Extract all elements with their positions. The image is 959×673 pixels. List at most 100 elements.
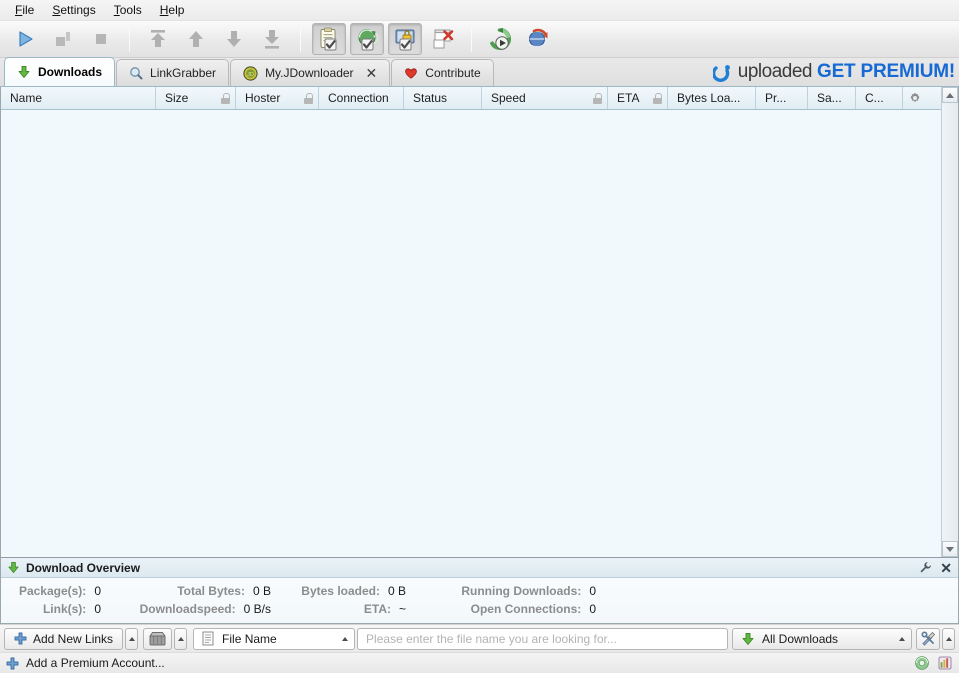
overview-row: Link(s): 0 Downloadspeed: 0 B/s ETA: ~ O… bbox=[1, 600, 958, 618]
triangle-up-icon bbox=[177, 636, 184, 641]
move-bottom-icon bbox=[261, 28, 283, 50]
tab-downloads[interactable]: Downloads bbox=[4, 57, 116, 86]
chevron-down-icon bbox=[946, 546, 954, 552]
stop-icon bbox=[91, 29, 111, 49]
load-container-button[interactable] bbox=[143, 627, 173, 650]
move-up-icon bbox=[185, 28, 207, 50]
downloads-table: Name Size Hoster Connection Status Speed bbox=[0, 87, 959, 557]
move-top-icon bbox=[147, 28, 169, 50]
stop-downloads-button[interactable] bbox=[84, 23, 118, 55]
column-header-saveto[interactable]: Sa... bbox=[808, 87, 856, 109]
toolbar-separator-3 bbox=[471, 26, 472, 52]
tab-linkgrabber[interactable]: LinkGrabber bbox=[116, 59, 230, 86]
reconnect-play-icon bbox=[488, 27, 512, 51]
search-field-label: File Name bbox=[222, 631, 277, 646]
search-input[interactable]: Please enter the file name you are looki… bbox=[357, 627, 728, 650]
tools-icon bbox=[920, 631, 936, 646]
main-toolbar bbox=[0, 21, 959, 58]
triangle-up-icon bbox=[899, 636, 905, 641]
load-container-dropdown[interactable] bbox=[174, 627, 188, 650]
status-bar: Add a Premium Account... bbox=[0, 652, 959, 673]
menu-item-settings[interactable]: Settings bbox=[43, 1, 104, 20]
stat-total-bytes: Total Bytes: 0 B bbox=[177, 584, 271, 598]
download-overview-header: Download Overview ✕ bbox=[1, 558, 958, 578]
pause-downloads-button[interactable] bbox=[46, 23, 80, 55]
uploaded-brand-label: uploaded bbox=[737, 61, 813, 82]
jd-circle-icon: JD bbox=[243, 65, 258, 81]
download-overview-stats: Package(s): 0 Total Bytes: 0 B Bytes loa… bbox=[1, 578, 958, 623]
tab-my-jdownloader[interactable]: JD My.JDownloader ✕ bbox=[230, 59, 391, 86]
column-header-name[interactable]: Name bbox=[1, 87, 156, 109]
tab-label: Contribute bbox=[425, 66, 481, 80]
move-down-button[interactable] bbox=[217, 23, 251, 55]
close-icon[interactable]: ✕ bbox=[940, 561, 952, 575]
table-header-row: Name Size Hoster Connection Status Speed bbox=[1, 87, 958, 110]
menu-item-help[interactable]: Help bbox=[151, 1, 194, 20]
move-to-bottom-button[interactable] bbox=[255, 23, 289, 55]
add-new-links-dropdown[interactable] bbox=[125, 627, 139, 650]
search-tools-button[interactable] bbox=[916, 627, 940, 650]
clipboard-observer-button[interactable] bbox=[312, 23, 346, 55]
search-field-selector[interactable]: File Name bbox=[193, 627, 356, 650]
move-up-button[interactable] bbox=[179, 23, 213, 55]
column-header-connection[interactable]: Connection bbox=[319, 87, 404, 109]
stat-open-connections: Open Connections: 0 bbox=[470, 602, 596, 616]
column-settings-button[interactable] bbox=[903, 87, 923, 109]
column-header-status[interactable]: Status bbox=[404, 87, 482, 109]
column-header-size[interactable]: Size bbox=[156, 87, 236, 109]
globe-reconnect-icon bbox=[526, 27, 550, 51]
downloads-filter-label: All Downloads bbox=[762, 631, 839, 646]
monitor-lock-check-icon bbox=[393, 27, 417, 51]
do-reconnect-button[interactable] bbox=[521, 23, 555, 55]
column-header-bytes-loaded[interactable]: Bytes Loa... bbox=[668, 87, 756, 109]
triangle-up-icon bbox=[945, 636, 952, 641]
close-icon[interactable]: ✕ bbox=[366, 66, 378, 80]
table-body[interactable] bbox=[1, 110, 958, 557]
scroll-down-button[interactable] bbox=[942, 541, 958, 557]
move-to-top-button[interactable] bbox=[141, 23, 175, 55]
downloads-filter-selector[interactable]: All Downloads bbox=[732, 627, 912, 650]
start-downloads-button[interactable] bbox=[8, 23, 42, 55]
lock-icon bbox=[652, 92, 662, 104]
add-new-links-button[interactable]: Add New Links bbox=[4, 627, 124, 650]
column-header-comment[interactable]: C... bbox=[856, 87, 903, 109]
menu-item-tools[interactable]: Tools bbox=[105, 1, 151, 20]
reconnect-status-icon[interactable] bbox=[914, 655, 930, 671]
green-down-arrow-icon bbox=[7, 561, 20, 574]
stat-running-downloads: Running Downloads: 0 bbox=[461, 584, 596, 598]
premium-toggle-button[interactable] bbox=[388, 23, 422, 55]
lock-icon bbox=[592, 92, 602, 104]
toolbar-separator-2 bbox=[300, 26, 301, 52]
column-header-hoster[interactable]: Hoster bbox=[236, 87, 319, 109]
table-vertical-scrollbar[interactable] bbox=[941, 87, 958, 557]
lock-icon bbox=[220, 92, 230, 104]
document-icon bbox=[201, 631, 215, 646]
move-down-icon bbox=[223, 28, 245, 50]
column-header-progress[interactable]: Pr... bbox=[756, 87, 808, 109]
auto-reconnect-button[interactable] bbox=[483, 23, 517, 55]
reconnect-toggle-button[interactable] bbox=[350, 23, 384, 55]
add-premium-account-link[interactable]: Add a Premium Account... bbox=[26, 656, 165, 670]
blue-plus-icon bbox=[6, 657, 19, 670]
triangle-up-icon bbox=[128, 636, 135, 641]
svg-text:JD: JD bbox=[247, 72, 254, 78]
scroll-up-button[interactable] bbox=[942, 87, 958, 103]
globe-refresh-check-icon bbox=[355, 27, 379, 51]
search-tools-dropdown[interactable] bbox=[942, 627, 955, 650]
delete-disabled-links-button[interactable] bbox=[426, 23, 460, 55]
column-header-speed[interactable]: Speed bbox=[482, 87, 608, 109]
speed-meter-icon[interactable] bbox=[937, 655, 953, 671]
triangle-up-icon bbox=[342, 636, 349, 641]
tab-contribute[interactable]: Contribute bbox=[391, 59, 494, 86]
column-header-eta[interactable]: ETA bbox=[608, 87, 668, 109]
green-down-arrow-icon bbox=[741, 632, 755, 646]
menu-item-file[interactable]: File bbox=[6, 1, 43, 20]
tab-label: Downloads bbox=[38, 65, 103, 79]
wrench-icon[interactable] bbox=[919, 561, 932, 574]
container-icon bbox=[149, 631, 166, 646]
play-icon bbox=[15, 29, 35, 49]
clipboard-check-icon bbox=[317, 27, 341, 51]
blue-plus-icon bbox=[14, 632, 27, 645]
uploaded-premium-banner[interactable]: uploaded GET PREMIUM! bbox=[712, 61, 955, 83]
jdownloader-window: File Settings Tools Help Downloads LinkG… bbox=[0, 0, 959, 673]
